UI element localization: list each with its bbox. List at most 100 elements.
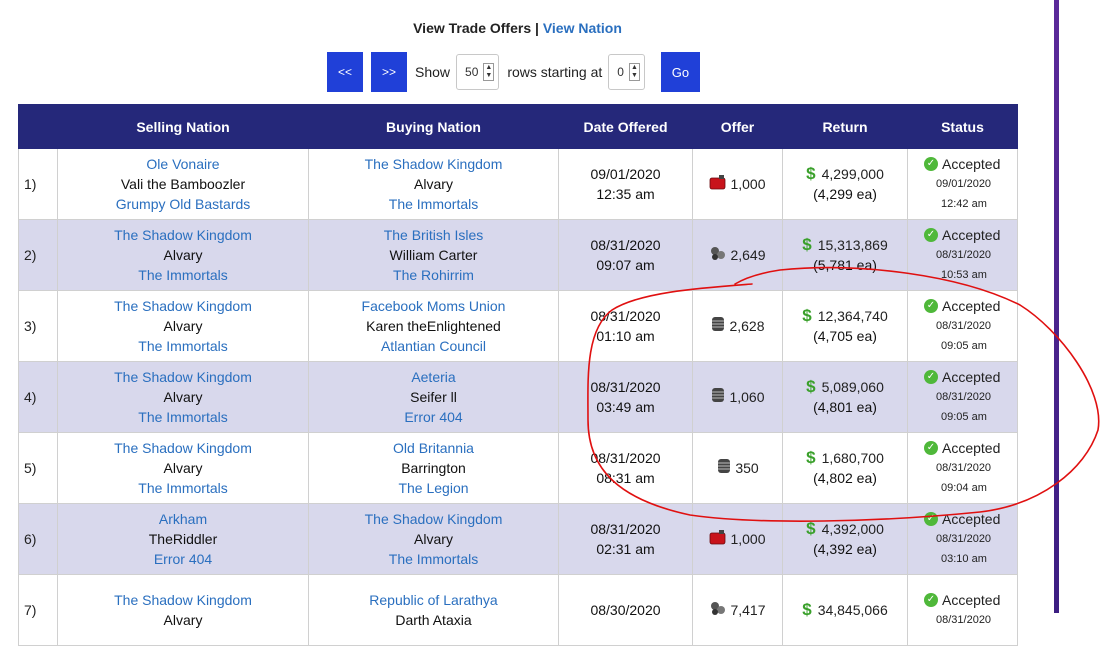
- offer-cell: 1,060: [692, 361, 783, 433]
- table-row: 3) The Shadow Kingdom Alvary The Immortals F…: [18, 290, 1018, 362]
- status-time: 10:53 am: [941, 269, 987, 281]
- offer-time: 09:07 am: [596, 257, 655, 273]
- buyer-alliance-link[interactable]: The Immortals: [309, 549, 558, 569]
- money-icon: $: [802, 306, 812, 325]
- buying-nation-cell: Old Britannia Barrington The Legion: [308, 432, 559, 504]
- offer-cell: 350: [692, 432, 783, 504]
- seller-alliance-link[interactable]: The Immortals: [58, 336, 308, 356]
- seller-nation-link[interactable]: The Shadow Kingdom: [58, 367, 308, 387]
- seller-nation-link[interactable]: Arkham: [58, 509, 308, 529]
- buyer-nation-link[interactable]: Aeteria: [309, 367, 558, 387]
- row-number: 2): [18, 219, 58, 291]
- seller-nation-link[interactable]: The Shadow Kingdom: [58, 438, 308, 458]
- buying-nation-cell: Facebook Moms Union Karen theEnlightened A…: [308, 290, 559, 362]
- status-text: Accepted: [942, 298, 1001, 314]
- seller-alliance-link[interactable]: The Immortals: [58, 265, 308, 285]
- status-text: Accepted: [942, 369, 1001, 385]
- col-header-selling-nation[interactable]: Selling Nation: [57, 104, 309, 149]
- buyer-leader: Barrington: [401, 460, 466, 476]
- window-edge-bar: [1054, 0, 1059, 613]
- next-page-button[interactable]: >>: [371, 52, 407, 92]
- buyer-alliance-link[interactable]: The Legion: [309, 478, 558, 498]
- buyer-leader: Seifer ll: [410, 389, 457, 405]
- status-text: Accepted: [942, 440, 1001, 456]
- buying-nation-cell: The Shadow Kingdom Alvary The Immortals: [308, 503, 559, 575]
- status-cell: ✓ Accepted 08/31/2020: [907, 574, 1018, 646]
- col-header-date-offered[interactable]: Date Offered: [558, 104, 693, 149]
- table-row: 7) The Shadow Kingdom Alvary Republic of La…: [18, 574, 1018, 646]
- money-icon: $: [806, 519, 816, 538]
- status-date: 08/31/2020: [936, 391, 992, 403]
- check-icon: ✓: [924, 370, 938, 384]
- offer-date: 08/31/2020: [590, 450, 661, 466]
- offer-date: 09/01/2020: [590, 166, 661, 182]
- seller-alliance-link[interactable]: Grumpy Old Bastards: [58, 194, 308, 214]
- buyer-nation-link[interactable]: Republic of Larathya: [309, 590, 558, 610]
- col-header-return[interactable]: Return: [782, 104, 908, 149]
- offer-cell: 7,417: [692, 574, 783, 646]
- buyer-alliance-link[interactable]: The Rohirrim: [309, 265, 558, 285]
- buyer-leader: Alvary: [414, 531, 453, 547]
- seller-nation-link[interactable]: The Shadow Kingdom: [58, 296, 308, 316]
- seller-nation-link[interactable]: Ole Vonaire: [58, 154, 308, 174]
- return-total: 5,089,060: [821, 379, 884, 395]
- buyer-alliance-link[interactable]: The Immortals: [309, 194, 558, 214]
- return-each: (4,299 ea): [813, 186, 877, 202]
- paging-controls: << >> Show 50 ▲ ▼ rows starting at 0 ▲ ▼ G…: [327, 52, 700, 92]
- steel-icon: [710, 316, 726, 337]
- buying-nation-cell: The Shadow Kingdom Alvary The Immortals: [308, 148, 559, 220]
- return-total: 4,299,000: [821, 166, 884, 182]
- seller-alliance-link[interactable]: The Immortals: [58, 407, 308, 427]
- start-row-input[interactable]: 0 ▲ ▼: [608, 54, 645, 90]
- buying-nation-cell: Aeteria Seifer ll Error 404: [308, 361, 559, 433]
- seller-alliance-link[interactable]: Error 404: [58, 549, 308, 569]
- check-icon: ✓: [924, 157, 938, 171]
- status-cell: ✓ Accepted 08/31/2020 03:10 am: [907, 503, 1018, 575]
- spinner-arrows-icon[interactable]: ▲ ▼: [628, 63, 640, 81]
- gasoline-icon: [709, 529, 727, 550]
- selling-nation-cell: Ole Vonaire Vali the Bamboozler Grumpy Old…: [57, 148, 309, 220]
- date-offered-cell: 08/30/2020: [558, 574, 693, 646]
- status-text: Accepted: [942, 156, 1001, 172]
- buyer-nation-link[interactable]: The Shadow Kingdom: [309, 154, 558, 174]
- status-cell: ✓ Accepted 08/31/2020 10:53 am: [907, 219, 1018, 291]
- offer-amount: 2,649: [730, 247, 766, 263]
- check-icon: ✓: [924, 593, 938, 607]
- steel-icon: [716, 458, 732, 479]
- offer-time: 03:49 am: [596, 399, 655, 415]
- offer-date: 08/31/2020: [590, 379, 661, 395]
- offer-time: 12:35 am: [596, 186, 655, 202]
- selling-nation-cell: The Shadow Kingdom Alvary The Immortals: [57, 219, 309, 291]
- seller-nation-link[interactable]: The Shadow Kingdom: [58, 225, 308, 245]
- offer-date: 08/31/2020: [590, 237, 661, 253]
- go-button[interactable]: Go: [660, 52, 700, 92]
- buyer-nation-link[interactable]: Facebook Moms Union: [309, 296, 558, 316]
- col-header-offer[interactable]: Offer: [692, 104, 783, 149]
- prev-page-button[interactable]: <<: [327, 52, 363, 92]
- return-each: (5,781 ea): [813, 257, 877, 273]
- seller-leader: Alvary: [163, 318, 203, 334]
- buyer-nation-link[interactable]: The Shadow Kingdom: [309, 509, 558, 529]
- buyer-nation-link[interactable]: Old Britannia: [309, 438, 558, 458]
- seller-alliance-link[interactable]: The Immortals: [58, 478, 308, 498]
- date-offered-cell: 08/31/2020 02:31 am: [558, 503, 693, 575]
- buyer-alliance-link[interactable]: Atlantian Council: [309, 336, 558, 356]
- buyer-alliance-link[interactable]: Error 404: [309, 407, 558, 427]
- view-nation-link[interactable]: View Nation: [543, 20, 622, 36]
- buyer-leader: Karen theEnlightened: [366, 318, 501, 334]
- col-header-status[interactable]: Status: [907, 104, 1018, 149]
- table-row: 4) The Shadow Kingdom Alvary The Immortals A…: [18, 361, 1018, 433]
- status-date: 08/31/2020: [936, 320, 992, 332]
- seller-leader: Vali the Bamboozler: [120, 176, 246, 192]
- status-text: Accepted: [942, 227, 1001, 243]
- trade-offers-table: Selling Nation Buying Nation Date Offere…: [18, 104, 1018, 646]
- return-cell: $4,392,000 (4,392 ea): [782, 503, 908, 575]
- return-cell: $1,680,700 (4,802 ea): [782, 432, 908, 504]
- seller-nation-link[interactable]: The Shadow Kingdom: [58, 590, 308, 610]
- buyer-nation-link[interactable]: The British Isles: [309, 225, 558, 245]
- rows-per-page-input[interactable]: 50 ▲ ▼: [456, 54, 500, 90]
- col-header-buying-nation[interactable]: Buying Nation: [308, 104, 559, 149]
- status-cell: ✓ Accepted 08/31/2020 09:05 am: [907, 361, 1018, 433]
- spinner-arrows-icon[interactable]: ▲ ▼: [483, 63, 495, 81]
- check-icon: ✓: [924, 512, 938, 526]
